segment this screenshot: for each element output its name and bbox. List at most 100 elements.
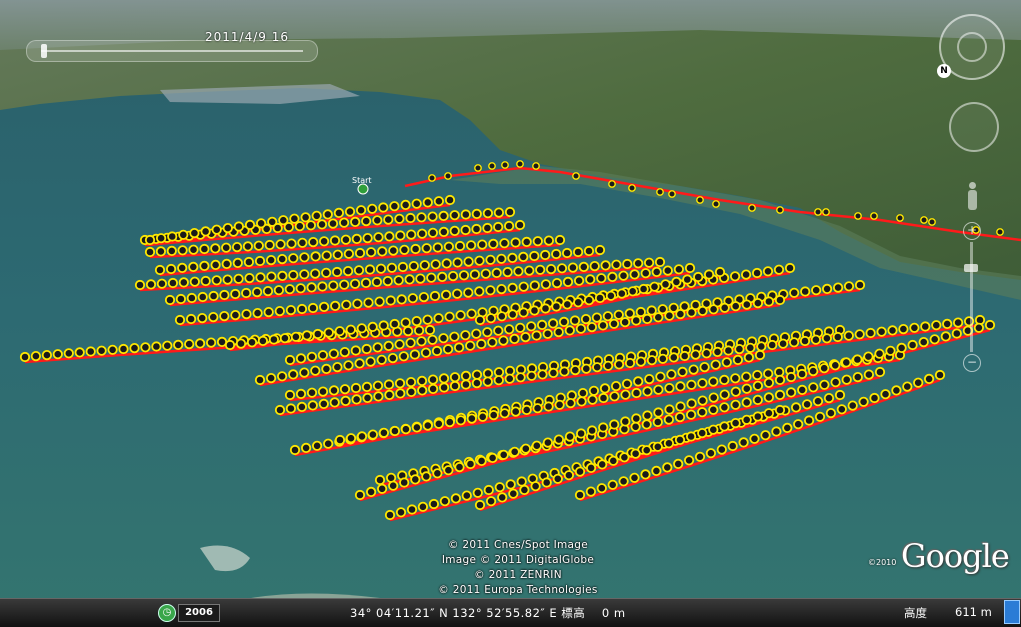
track-point-icon[interactable]	[624, 357, 636, 369]
track-point-icon[interactable]	[406, 504, 418, 515]
track-point-icon[interactable]	[267, 216, 278, 227]
track-point-icon[interactable]	[373, 232, 384, 243]
track-point-icon[interactable]	[810, 334, 822, 345]
track-point-icon[interactable]	[607, 479, 618, 490]
track-point-icon[interactable]	[471, 377, 482, 389]
track-point-icon[interactable]	[485, 254, 496, 265]
track-point-icon[interactable]	[605, 290, 617, 301]
track-point-icon[interactable]	[790, 402, 802, 413]
track-point-icon[interactable]	[266, 271, 277, 282]
track-point-icon[interactable]	[404, 274, 415, 285]
track-point-icon[interactable]	[644, 373, 655, 385]
track-point-icon[interactable]	[752, 297, 764, 309]
track-point-icon[interactable]	[406, 386, 417, 397]
track-point-icon[interactable]	[620, 416, 631, 427]
track-point-icon[interactable]	[821, 283, 833, 294]
track-point-icon[interactable]	[712, 200, 720, 208]
track-point-icon[interactable]	[374, 474, 386, 486]
track-point-icon[interactable]	[923, 373, 935, 384]
track-point-icon[interactable]	[311, 440, 323, 451]
track-point-icon[interactable]	[653, 384, 664, 395]
zoom-in-button[interactable]: +	[963, 222, 981, 240]
track-point-icon[interactable]	[384, 509, 396, 521]
track-point-icon[interactable]	[317, 386, 329, 397]
track-point-icon[interactable]	[252, 286, 263, 298]
track-point-icon[interactable]	[410, 474, 421, 485]
track-point-icon[interactable]	[652, 416, 663, 428]
track-point-icon[interactable]	[438, 210, 449, 221]
track-point-icon[interactable]	[449, 372, 461, 383]
track-point-icon[interactable]	[206, 337, 217, 348]
track-point-icon[interactable]	[378, 202, 389, 213]
track-point-icon[interactable]	[354, 489, 366, 501]
track-point-icon[interactable]	[580, 313, 592, 325]
track-point-icon[interactable]	[244, 219, 256, 230]
track-point-icon[interactable]	[913, 377, 924, 388]
track-point-icon[interactable]	[301, 330, 312, 341]
track-point-icon[interactable]	[703, 269, 715, 280]
track-point-icon[interactable]	[493, 325, 504, 336]
track-point-icon[interactable]	[808, 382, 819, 393]
track-point-icon[interactable]	[426, 272, 437, 283]
track-point-icon[interactable]	[318, 236, 330, 247]
track-point-icon[interactable]	[548, 367, 559, 378]
track-point-icon[interactable]	[513, 266, 524, 277]
look-joystick-icon[interactable]	[949, 102, 999, 152]
track-point-icon[interactable]	[264, 239, 275, 251]
track-point-icon[interactable]	[515, 372, 526, 383]
track-point-icon[interactable]	[211, 275, 222, 286]
track-point-icon[interactable]	[507, 282, 518, 293]
track-point-icon[interactable]	[351, 394, 362, 405]
track-point-icon[interactable]	[243, 256, 254, 268]
track-point-icon[interactable]	[178, 229, 189, 240]
track-point-icon[interactable]	[85, 346, 96, 357]
track-point-icon[interactable]	[474, 286, 485, 297]
track-point-icon[interactable]	[819, 363, 830, 374]
track-point-icon[interactable]	[902, 381, 913, 392]
track-point-icon[interactable]	[330, 300, 341, 311]
track-point-icon[interactable]	[685, 409, 697, 420]
track-point-icon[interactable]	[518, 251, 529, 262]
track-point-icon[interactable]	[530, 481, 541, 492]
track-point-icon[interactable]	[323, 438, 334, 449]
track-point-icon[interactable]	[352, 298, 363, 309]
track-point-icon[interactable]	[452, 288, 463, 299]
track-point-icon[interactable]	[592, 362, 603, 373]
track-point-icon[interactable]	[310, 365, 321, 376]
track-point-icon[interactable]	[655, 371, 666, 382]
track-point-icon[interactable]	[333, 207, 344, 218]
track-point-icon[interactable]	[438, 382, 450, 393]
track-point-icon[interactable]	[345, 433, 357, 444]
track-point-icon[interactable]	[405, 212, 416, 224]
track-point-icon[interactable]	[654, 256, 666, 268]
track-point-icon[interactable]	[596, 273, 607, 284]
track-point-icon[interactable]	[641, 419, 652, 430]
track-point-icon[interactable]	[633, 258, 644, 269]
track-point-icon[interactable]	[597, 320, 609, 331]
track-point-icon[interactable]	[144, 246, 156, 258]
track-point-icon[interactable]	[608, 180, 616, 188]
track-point-icon[interactable]	[254, 374, 266, 386]
track-point-icon[interactable]	[365, 486, 377, 497]
track-point-icon[interactable]	[305, 220, 316, 231]
zoom-slider[interactable]: + −	[963, 222, 981, 372]
track-point-icon[interactable]	[834, 389, 846, 401]
track-point-icon[interactable]	[774, 389, 786, 400]
track-point-icon[interactable]	[254, 255, 266, 267]
track-point-icon[interactable]	[427, 211, 438, 222]
track-point-icon[interactable]	[134, 279, 146, 291]
track-point-icon[interactable]	[275, 239, 286, 250]
track-point-icon[interactable]	[455, 415, 466, 426]
track-point-icon[interactable]	[782, 422, 793, 433]
track-point-icon[interactable]	[299, 252, 310, 263]
track-point-icon[interactable]	[373, 391, 384, 402]
track-point-icon[interactable]	[734, 343, 745, 355]
track-point-icon[interactable]	[874, 348, 885, 359]
track-point-icon[interactable]	[832, 331, 843, 343]
track-point-icon[interactable]	[383, 214, 394, 225]
track-point-icon[interactable]	[613, 359, 625, 370]
track-point-icon[interactable]	[814, 411, 826, 422]
track-point-icon[interactable]	[596, 483, 607, 494]
track-point-icon[interactable]	[564, 325, 575, 336]
track-point-icon[interactable]	[942, 318, 953, 329]
